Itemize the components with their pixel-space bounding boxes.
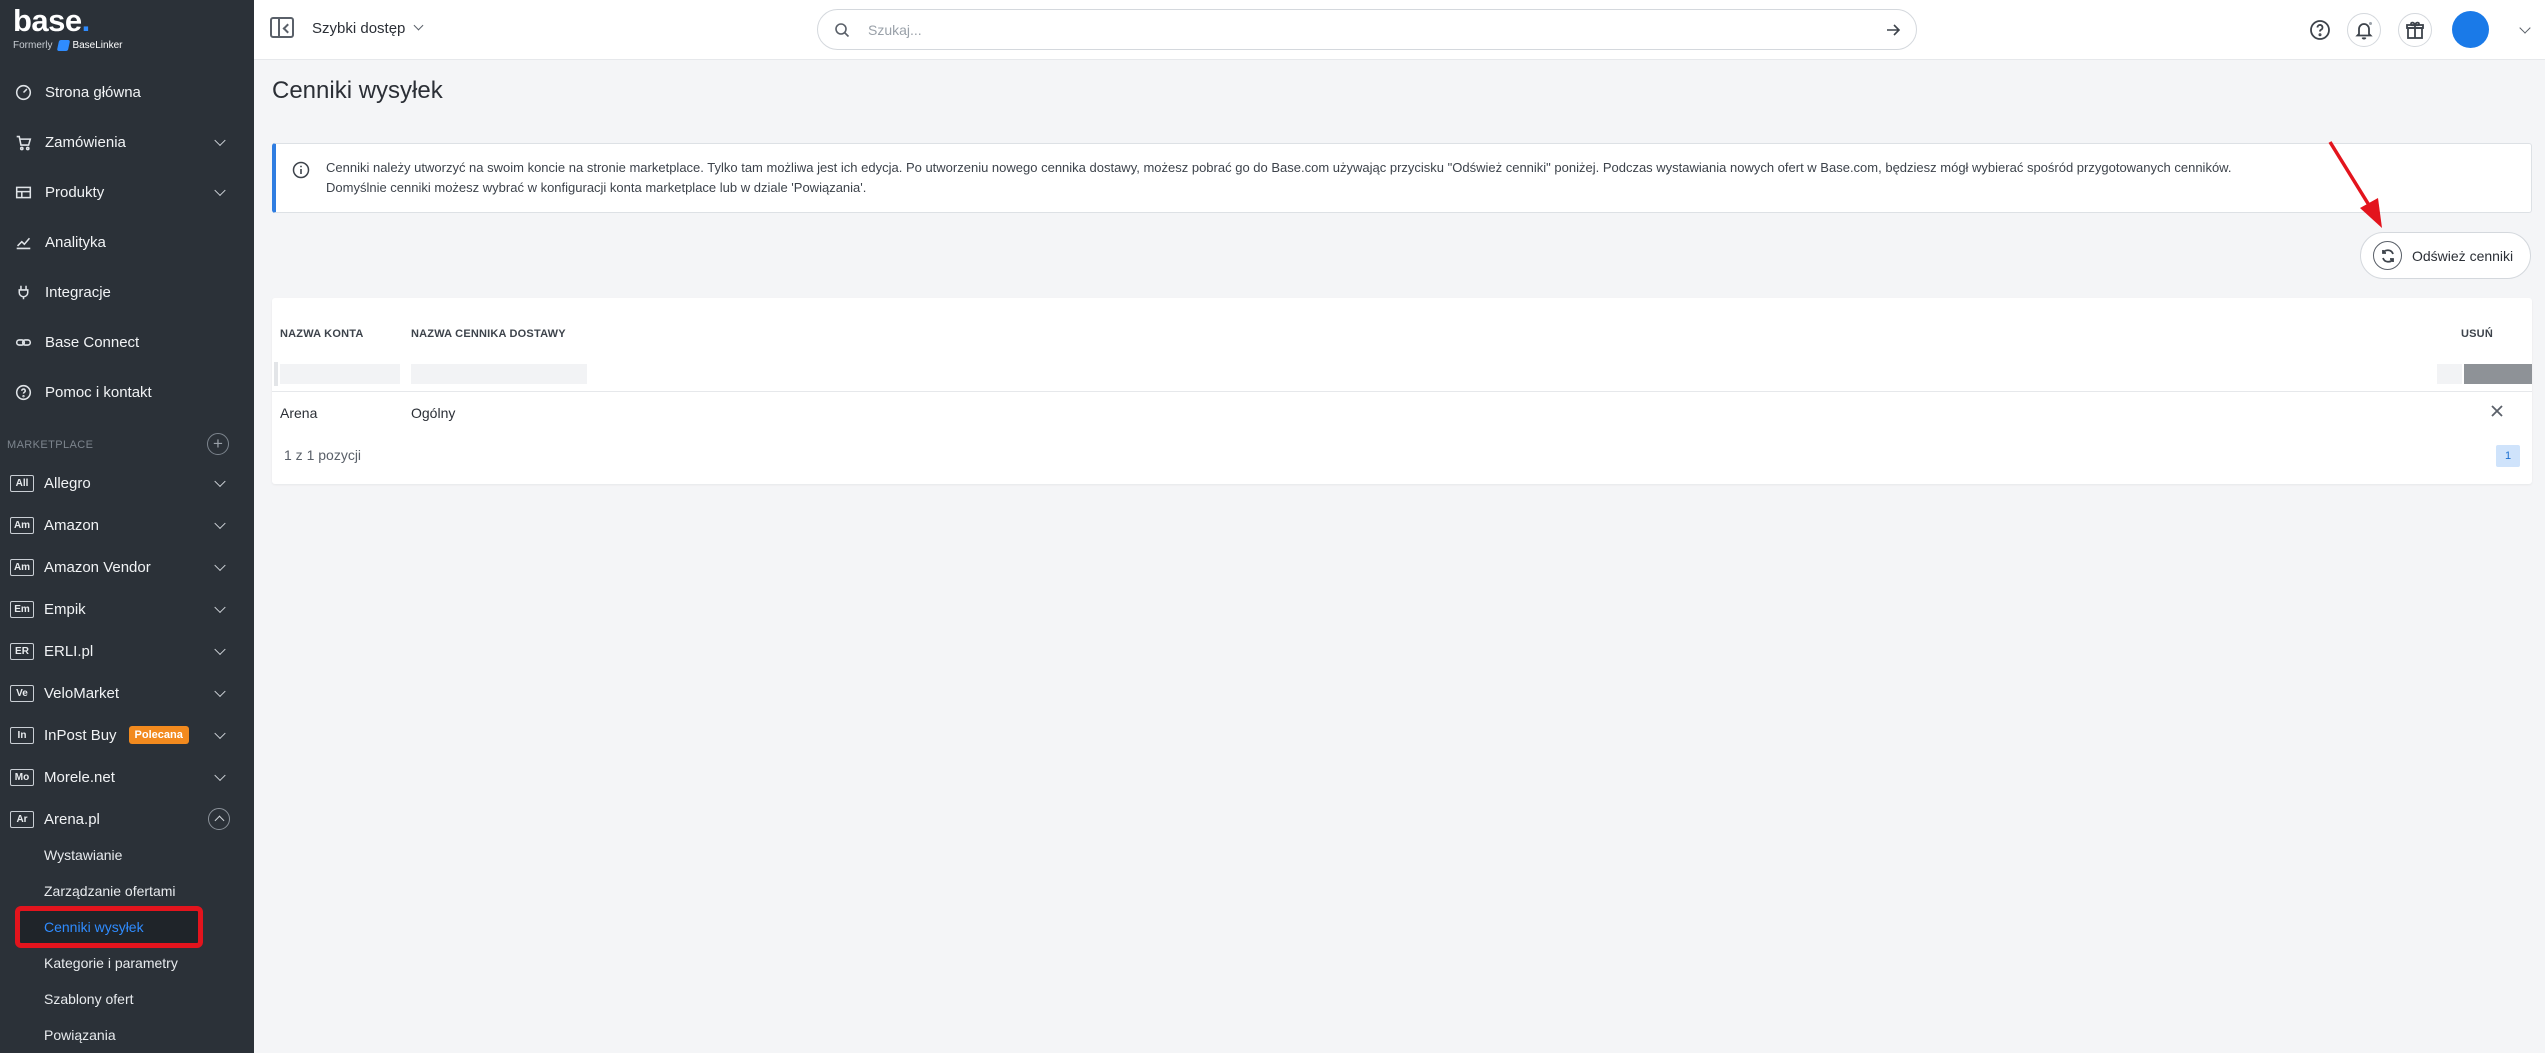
annotation-arrow-icon [2328,141,2382,228]
pricelists-table: NAZWA KONTA NAZWA CENNIKA DOSTAWY USUŃ A… [272,298,2532,484]
marketplace-badge: Am [10,558,34,576]
marketplace-badge: Ar [10,810,34,828]
sidebar-item-erli[interactable]: ER ERLI.pl [0,633,254,669]
link-icon [14,333,32,351]
user-avatar[interactable] [2452,11,2489,48]
pricelist-name-cell: Ogólny [411,405,456,421]
chevron-down-icon [214,769,226,782]
sidebar-item-amazon[interactable]: Am Amazon [0,507,254,543]
sidebar-subitem-mappings[interactable]: Powiązania [44,1023,116,1047]
info-alert: Cenniki należy utworzyć na swoim koncie … [272,143,2532,213]
help-icon [14,383,32,401]
info-text-line2: Domyślnie cenniki możesz wybrać w konfig… [326,180,867,195]
brand-old-name: BaseLinker [72,40,123,51]
analytics-icon [14,233,32,251]
sidebar-subitem-templates[interactable]: Szablony ofert [44,987,134,1011]
sidebar-item-empik[interactable]: Em Empik [0,591,254,627]
delete-filter-cell [2464,364,2532,384]
brand-formerly: Formerly [13,40,53,51]
chevron-down-icon [214,475,226,488]
help-button[interactable] [2303,13,2337,47]
sidebar-subitem-categories[interactable]: Kategorie i parametry [44,951,178,975]
chevron-down-icon [214,559,226,572]
sidebar-item-inpost-buy[interactable]: In InPost Buy Polecana [0,717,254,753]
chevron-down-icon [413,20,424,31]
refresh-pricelists-button[interactable]: Odśwież cenniki [2360,232,2531,279]
sidebar-item-home[interactable]: Strona główna [0,72,254,112]
gift-icon [2406,21,2424,39]
cart-icon [14,133,32,151]
account-filter-input[interactable] [280,364,400,384]
delete-button[interactable] [2486,400,2508,422]
pagination-page-1[interactable]: 1 [2496,445,2520,467]
marketplace-badge: Ve [10,684,34,702]
refresh-icon [2373,241,2402,270]
sidebar-item-allegro[interactable]: All Allegro [0,465,254,501]
bell-icon [2355,22,2373,40]
marketplace-badge: ER [10,642,34,660]
sidebar-subitem-shipping-pricelists[interactable]: Cenniki wysyłek [44,915,144,939]
marketplace-badge: All [10,474,34,492]
marketplace-badge: In [10,726,34,744]
chevron-down-icon [214,517,226,530]
add-marketplace-button[interactable]: + [207,433,229,455]
arrow-right-icon[interactable] [1884,21,1902,39]
chevron-down-icon [214,184,226,197]
baselinker-logo-icon [57,40,71,51]
page-title: Cenniki wysyłek [272,77,443,104]
top-header: Szybki dostęp [254,0,2545,60]
marketplace-section-label: MARKETPLACE [7,439,94,451]
brand-name: base [13,3,82,38]
marketplace-badge: Am [10,516,34,534]
products-icon [14,183,32,201]
sidebar: base. Formerly BaseLinker Strona główna … [0,0,254,1053]
sidebar-item-morele[interactable]: Mo Morele.net [0,759,254,795]
toggle-sidebar-icon[interactable] [270,17,294,38]
sidebar-item-velomarket[interactable]: Ve VeloMarket [0,675,254,711]
sidebar-item-amazon-vendor[interactable]: Am Amazon Vendor [0,549,254,585]
sidebar-subitem-listing[interactable]: Wystawianie [44,843,122,867]
search-input[interactable] [868,18,1848,42]
chevron-down-icon [214,727,226,740]
chevron-down-icon [214,685,226,698]
filter-row [272,356,2532,392]
pricelist-filter-input[interactable] [411,364,587,384]
sidebar-item-arena[interactable]: Ar Arena.pl [0,801,254,837]
column-header-pricelist[interactable]: NAZWA CENNIKA DOSTAWY [411,328,566,340]
chevron-down-icon [214,134,226,147]
marketplace-badge: Mo [10,768,34,786]
chevron-up-icon[interactable] [208,808,230,830]
chevron-down-icon [214,601,226,614]
pagination-summary: 1 z 1 pozycji [284,447,362,463]
notifications-button[interactable] [2347,13,2381,47]
marketplace-badge: Em [10,600,34,618]
sidebar-item-products[interactable]: Produkty [0,172,254,212]
sidebar-item-orders[interactable]: Zamówienia [0,122,254,162]
info-icon [292,161,310,179]
sidebar-subitem-offer-management[interactable]: Zarządzanie ofertami [44,879,176,903]
dashboard-icon [14,83,32,101]
sidebar-item-help[interactable]: Pomoc i kontakt [0,372,254,412]
info-text-line1: Cenniki należy utworzyć na swoim koncie … [326,160,2232,175]
help-icon [2310,20,2330,40]
sidebar-item-integrations[interactable]: Integracje [0,272,254,312]
chevron-down-icon[interactable] [2519,22,2531,34]
brand-logo[interactable]: base. Formerly BaseLinker [13,3,123,51]
apps-button[interactable] [2398,13,2432,47]
close-icon [2491,405,2503,417]
sidebar-item-base-connect[interactable]: Base Connect [0,322,254,362]
quick-access-menu[interactable]: Szybki dostęp [312,20,424,37]
account-name-cell: Arena [280,405,318,421]
sidebar-item-analytics[interactable]: Analityka [0,222,254,262]
column-header-account[interactable]: NAZWA KONTA [280,328,363,340]
search-icon [835,23,850,38]
search-bar [817,9,1917,50]
column-header-delete: USUŃ [2461,328,2493,340]
plug-icon [14,283,32,301]
recommended-badge: Polecana [128,726,189,744]
chevron-down-icon [214,643,226,656]
